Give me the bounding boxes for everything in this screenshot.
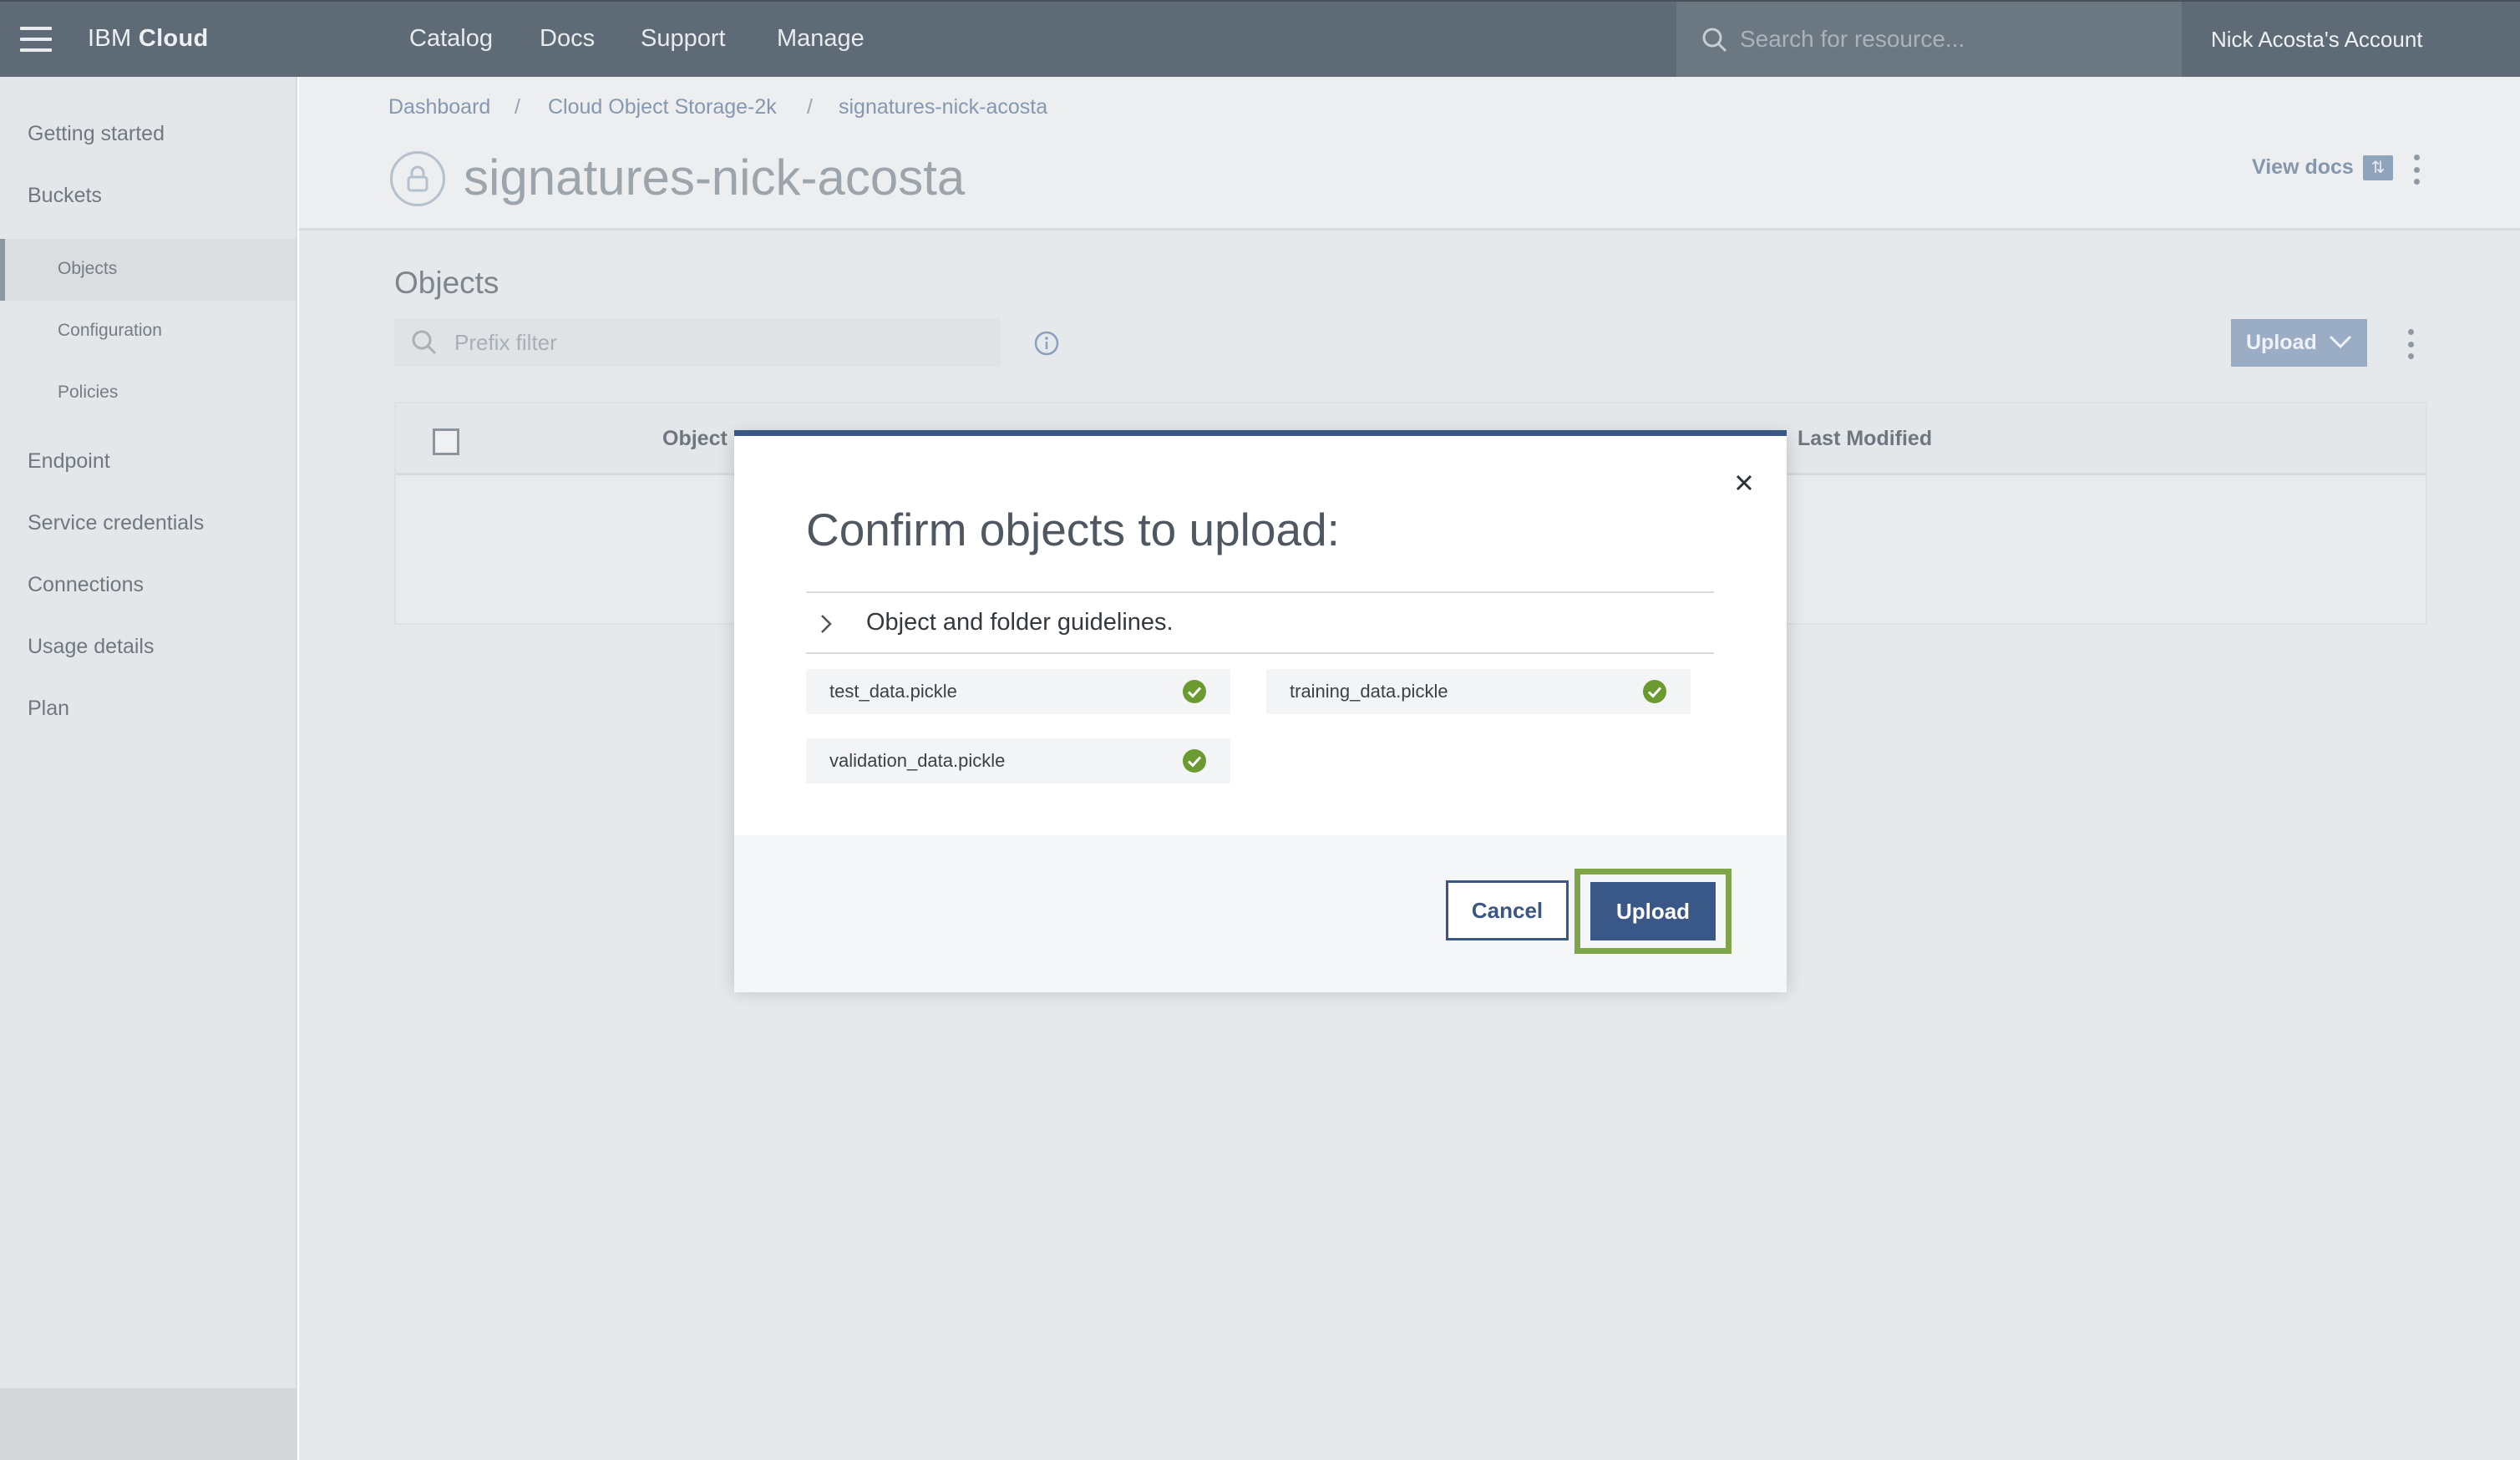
sidebar-item-policies[interactable]: Policies [58, 383, 118, 403]
select-all-checkbox[interactable] [433, 428, 459, 455]
checkmark-icon [1183, 680, 1206, 703]
objects-overflow-menu-icon[interactable] [2408, 329, 2415, 359]
nav-catalog[interactable]: Catalog [409, 25, 493, 53]
checkmark-icon [1183, 749, 1206, 773]
brand-logo[interactable]: IBM Cloud [88, 25, 208, 53]
file-name: training_data.pickle [1290, 681, 1448, 702]
page-overflow-menu-icon[interactable] [2414, 155, 2421, 185]
search-icon [1702, 28, 1727, 53]
checkmark-icon [1643, 680, 1666, 703]
sidebar-item-plan[interactable]: Plan [28, 697, 69, 721]
chevron-down-icon [2329, 335, 2352, 349]
divider [806, 652, 1714, 654]
info-icon[interactable] [1034, 331, 1059, 356]
nav-docs[interactable]: Docs [540, 25, 595, 53]
guidelines-label: Object and folder guidelines. [866, 609, 1174, 636]
nav-support[interactable]: Support [641, 25, 726, 53]
brand-name: Cloud [138, 25, 209, 52]
breadcrumb-cloud-object-storage[interactable]: Cloud Object Storage-2k [548, 95, 777, 119]
sidebar-item-objects[interactable]: Objects [58, 259, 117, 279]
upload-dropdown-button[interactable]: Upload [2231, 319, 2367, 367]
cancel-button[interactable]: Cancel [1446, 880, 1569, 940]
sidebar-item-service-credentials[interactable]: Service credentials [28, 511, 204, 535]
sidebar-item-connections[interactable]: Connections [28, 573, 144, 597]
page-title: signatures-nick-acosta [464, 150, 966, 205]
guidelines-accordion[interactable]: Object and folder guidelines. [806, 593, 1714, 653]
close-icon[interactable] [1733, 472, 1755, 494]
modal-title: Confirm objects to upload: [806, 504, 1340, 555]
file-name: validation_data.pickle [829, 750, 1006, 771]
sidebar-item-configuration[interactable]: Configuration [58, 321, 162, 341]
breadcrumb-separator: / [807, 95, 813, 119]
file-name: test_data.pickle [829, 681, 957, 702]
sidebar-item-usage-details[interactable]: Usage details [28, 635, 154, 659]
resource-search-input[interactable]: Search for resource... [1676, 2, 2182, 79]
chevron-right-icon [821, 615, 832, 633]
column-last-modified[interactable]: Last Modified [1797, 427, 1932, 451]
bucket-lock-icon [390, 151, 445, 206]
sidebar-item-getting-started[interactable]: Getting started [28, 122, 165, 146]
upload-dropdown-label: Upload [2246, 331, 2317, 354]
prefix-filter-input[interactable]: Prefix filter [394, 318, 1001, 367]
breadcrumb-separator: / [515, 95, 520, 119]
sidebar-footer [0, 1388, 297, 1460]
search-icon [412, 330, 437, 355]
objects-section-title: Objects [394, 266, 499, 300]
sidebar: Getting started Buckets Objects Configur… [0, 77, 297, 1388]
file-tile: training_data.pickle [1266, 669, 1691, 714]
top-bar: IBM Cloud Catalog Docs Support Manage Se… [0, 0, 2520, 79]
sidebar-item-buckets[interactable]: Buckets [28, 184, 102, 208]
file-tile: test_data.pickle [806, 669, 1230, 714]
upload-button[interactable]: Upload [1590, 882, 1716, 940]
sidebar-item-endpoint[interactable]: Endpoint [28, 449, 110, 474]
docs-toggle-icon[interactable]: ⇅ [2363, 155, 2393, 180]
sidebar-active-indicator [0, 239, 296, 301]
brand-prefix: IBM [88, 25, 132, 52]
breadcrumb-bucket[interactable]: signatures-nick-acosta [839, 95, 1047, 119]
hamburger-menu-icon[interactable] [20, 27, 52, 52]
file-tile: validation_data.pickle [806, 738, 1230, 783]
breadcrumb-dashboard[interactable]: Dashboard [388, 95, 490, 119]
nav-manage[interactable]: Manage [777, 25, 865, 53]
confirm-upload-modal: Confirm objects to upload: Object and fo… [734, 430, 1787, 992]
search-placeholder: Search for resource... [1740, 26, 1965, 52]
view-docs-link[interactable]: View docs [2252, 155, 2354, 180]
prefix-filter-placeholder: Prefix filter [454, 330, 557, 355]
account-switcher[interactable]: Nick Acosta's Account [2211, 27, 2423, 53]
